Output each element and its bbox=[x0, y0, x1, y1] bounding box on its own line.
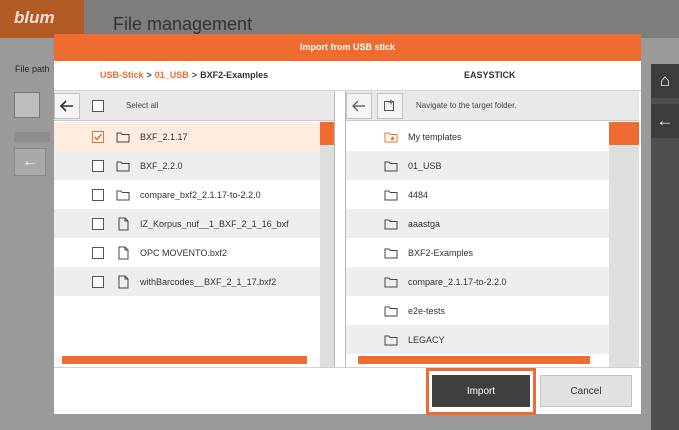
target-pane: Navigate to the target folder. My templa… bbox=[346, 91, 639, 367]
source-vscroll-thumb[interactable] bbox=[320, 122, 334, 145]
folder-icon bbox=[384, 306, 398, 316]
source-vscroll[interactable] bbox=[320, 122, 334, 367]
source-pane: Select all BXF_2.1.17 BXF_2.2.0 compare_bx… bbox=[54, 91, 334, 367]
folder-icon bbox=[384, 161, 398, 171]
import-dialog: Import from USB stick USB-Stick >01_USB > B… bbox=[54, 34, 641, 415]
target-vscroll[interactable] bbox=[609, 122, 639, 367]
file-icon bbox=[118, 246, 129, 259]
target-list-item[interactable]: My templates bbox=[346, 122, 609, 151]
item-label: BXF_2.2.0 bbox=[140, 160, 183, 171]
app-topbar bbox=[0, 0, 679, 38]
target-list-item[interactable]: 4484 bbox=[346, 180, 609, 209]
target-vscroll-thumb[interactable] bbox=[609, 122, 639, 145]
target-toolbar: Navigate to the target folder. bbox=[346, 91, 639, 121]
source-list-item[interactable]: withBarcodes__BXF_2_1_17.bxf2 bbox=[54, 267, 320, 296]
home-icon: ⌂ bbox=[651, 64, 679, 98]
breadcrumb: USB-Stick >01_USB > BXF2-Examples bbox=[100, 70, 268, 80]
folder-icon bbox=[116, 161, 130, 171]
folder-icon bbox=[384, 248, 398, 258]
breadcrumb-separator: > bbox=[191, 70, 198, 80]
item-label: aaastga bbox=[408, 218, 441, 229]
folder-icon bbox=[384, 277, 398, 287]
item-label: LEGACY bbox=[408, 334, 445, 345]
select-all-checkbox[interactable] bbox=[92, 100, 104, 112]
navigate-hint: Navigate to the target folder. bbox=[416, 101, 517, 110]
item-checkbox[interactable] bbox=[92, 275, 104, 288]
target-drive-title: EASYSTICK bbox=[464, 70, 516, 80]
back-button[interactable] bbox=[54, 93, 80, 119]
path-row: USB-Stick >01_USB > BXF2-Examples EASYSTICK bbox=[54, 61, 641, 91]
target-list-item[interactable]: compare_2.1.17-to-2.2.0 bbox=[346, 267, 609, 296]
breadcrumb-current: BXF2-Examples bbox=[200, 70, 269, 80]
app-logo: blum bbox=[0, 0, 84, 38]
item-label: BXF2-Examples bbox=[408, 247, 474, 258]
source-list-item[interactable]: OPC MOVENTO.bxf2 bbox=[54, 238, 320, 267]
checkmark-icon bbox=[93, 132, 103, 141]
new-folder-icon bbox=[384, 99, 394, 111]
folder-icon bbox=[116, 132, 130, 142]
select-all-label: Select all bbox=[126, 101, 159, 110]
target-list-item[interactable]: LEGACY bbox=[346, 325, 609, 354]
arrow-left-icon bbox=[352, 100, 365, 112]
pane-divider bbox=[334, 91, 346, 367]
target-list: My templates 01_USB 4484 aaastga BXF2-Exampl… bbox=[346, 122, 609, 354]
item-label: BXF_2.1.17 bbox=[140, 131, 188, 142]
source-list-item[interactable]: BXF_2.2.0 bbox=[54, 151, 320, 180]
folder-icon bbox=[116, 190, 130, 200]
target-list-item[interactable]: aaastga bbox=[346, 209, 609, 238]
app-strip bbox=[14, 132, 50, 142]
folder-icon bbox=[384, 190, 398, 200]
target-hscroll[interactable] bbox=[358, 356, 590, 364]
source-list: BXF_2.1.17 BXF_2.2.0 compare_bxf2_2.1.17-t… bbox=[54, 122, 320, 296]
item-checkbox[interactable] bbox=[92, 246, 104, 259]
item-checkbox[interactable] bbox=[92, 188, 104, 201]
file-icon bbox=[118, 217, 129, 230]
dialog-footer: Import Cancel bbox=[54, 367, 641, 415]
target-list-item[interactable]: BXF2-Examples bbox=[346, 238, 609, 267]
item-checkbox[interactable] bbox=[92, 130, 104, 143]
source-list-item[interactable]: compare_bxf2_2.1.17-to-2.2.0 bbox=[54, 180, 320, 209]
templates-folder-icon bbox=[384, 132, 398, 142]
app-new-folder-button bbox=[14, 92, 40, 118]
source-toolbar: Select all bbox=[54, 91, 334, 121]
item-checkbox[interactable] bbox=[92, 159, 104, 172]
source-hscroll[interactable] bbox=[62, 356, 307, 364]
folder-icon bbox=[384, 219, 398, 229]
item-label: My templates bbox=[408, 131, 462, 142]
item-label: OPC MOVENTO.bxf2 bbox=[140, 247, 227, 258]
item-label: e2e-tests bbox=[408, 305, 446, 316]
arrow-left-icon bbox=[60, 100, 73, 112]
item-checkbox[interactable] bbox=[92, 217, 104, 230]
target-list-item[interactable]: e2e-tests bbox=[346, 296, 609, 325]
source-list-item[interactable]: IZ_Korpus_nuf__1_BXF_2_1_16_bxf bbox=[54, 209, 320, 238]
folder-icon bbox=[384, 335, 398, 345]
breadcrumb-separator: > bbox=[146, 70, 152, 80]
item-label: 01_USB bbox=[408, 160, 442, 171]
file-icon bbox=[118, 275, 129, 288]
app-back-button: ← bbox=[14, 148, 46, 176]
app-title: File management bbox=[113, 14, 253, 34]
import-button[interactable]: Import bbox=[432, 375, 530, 407]
source-list-item[interactable]: BXF_2.1.17 bbox=[54, 122, 320, 151]
item-label: withBarcodes__BXF_2_1_17.bxf2 bbox=[140, 276, 277, 287]
new-folder-button[interactable] bbox=[377, 93, 403, 119]
breadcrumb-usb-stick[interactable]: USB-Stick bbox=[100, 70, 144, 80]
target-list-item[interactable]: 01_USB bbox=[346, 151, 609, 180]
breadcrumb-01-usb[interactable]: 01_USB bbox=[155, 70, 189, 80]
item-label: compare_2.1.17-to-2.2.0 bbox=[408, 276, 507, 287]
item-label: compare_bxf2_2.1.17-to-2.2.0 bbox=[140, 189, 261, 200]
target-back-button[interactable] bbox=[346, 93, 372, 119]
dialog-title: Import from USB stick bbox=[54, 34, 641, 61]
cancel-button[interactable]: Cancel bbox=[540, 375, 632, 407]
item-label: IZ_Korpus_nuf__1_BXF_2_1_16_bxf bbox=[140, 218, 289, 229]
item-label: 4484 bbox=[408, 189, 429, 200]
back-arrow-icon: ← bbox=[651, 104, 679, 138]
file-path-label: File path bbox=[15, 64, 50, 74]
